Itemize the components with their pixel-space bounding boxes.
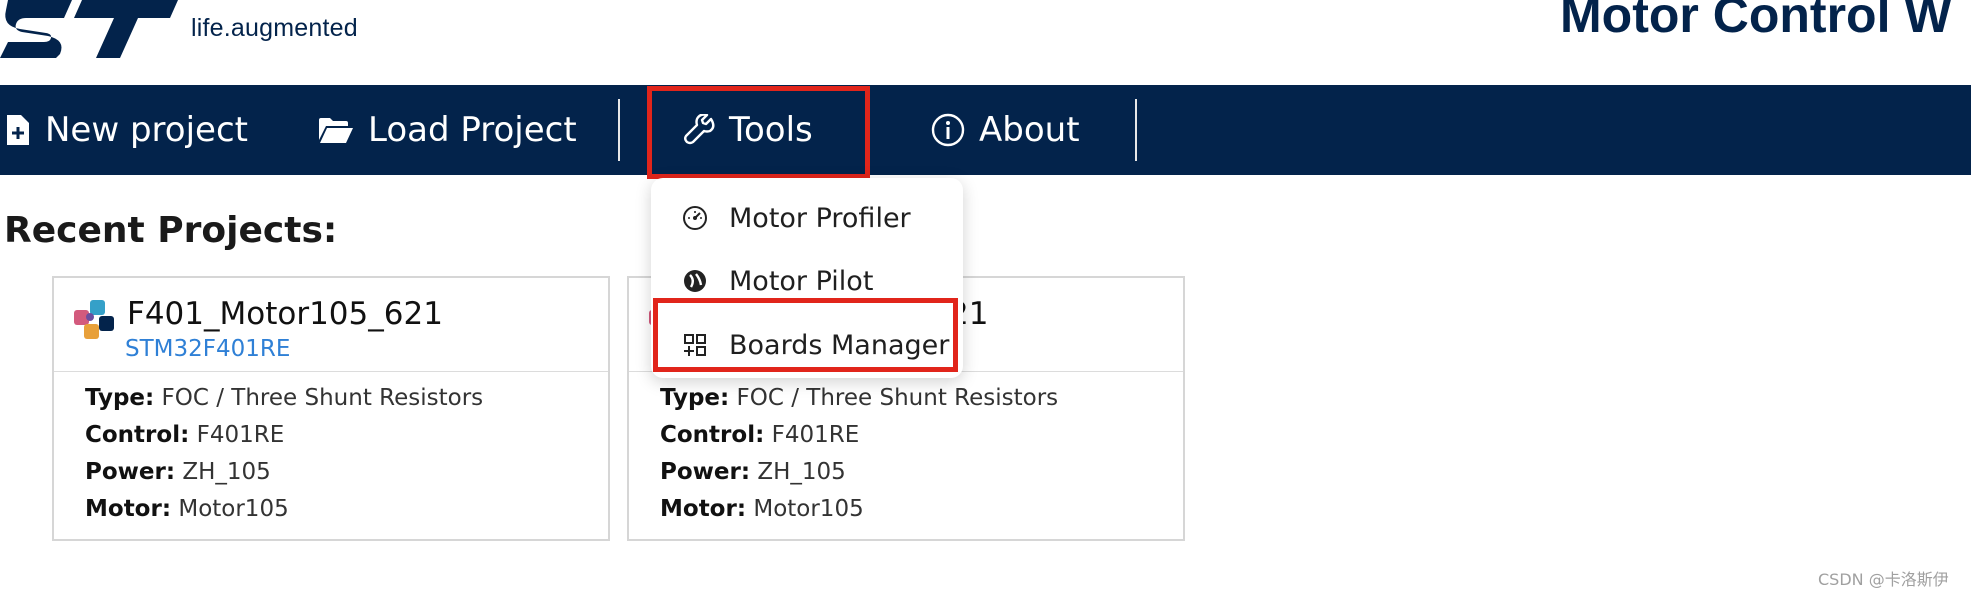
new-project-label: New project	[45, 110, 248, 150]
about-button[interactable]: About	[931, 85, 1080, 175]
pilot-icon	[681, 268, 709, 294]
project-motor-row: Motor: Motor105	[660, 496, 864, 522]
gauge-icon	[681, 205, 709, 231]
project-control-row: Control: F401RE	[85, 422, 285, 448]
st-logo	[0, 0, 178, 58]
new-file-icon	[5, 114, 31, 146]
project-mcu-link[interactable]: STM32F401RE	[125, 336, 290, 362]
new-project-button[interactable]: New project	[5, 85, 248, 175]
tools-highlight-box	[647, 86, 870, 179]
recent-projects-title: Recent Projects:	[4, 210, 338, 251]
project-power-row: Power: ZH_105	[85, 459, 271, 485]
puzzle-icon	[74, 300, 114, 339]
nav-divider	[1135, 99, 1137, 161]
load-project-button[interactable]: Load Project	[318, 85, 577, 175]
nav-divider	[618, 99, 620, 161]
main-navbar: New project Load Project Tools About	[0, 85, 1971, 175]
project-control-row: Control: F401RE	[660, 422, 860, 448]
app-title: Motor Control W	[1560, 0, 1952, 43]
info-icon	[931, 113, 965, 147]
folder-open-icon	[318, 116, 354, 144]
project-type-row: Type: FOC / Three Shunt Resistors	[660, 385, 1059, 411]
menu-item-label: Motor Pilot	[729, 265, 874, 297]
boards-manager-highlight-box	[653, 298, 958, 372]
menu-item-label: Motor Profiler	[729, 202, 911, 234]
load-project-label: Load Project	[368, 110, 577, 150]
project-motor-row: Motor: Motor105	[85, 496, 289, 522]
menu-item-motor-profiler[interactable]: Motor Profiler	[651, 188, 963, 248]
watermark: CSDN @卡洛斯伊	[1818, 570, 1949, 589]
about-label: About	[979, 110, 1080, 150]
project-power-row: Power: ZH_105	[660, 459, 846, 485]
project-card-header: F401_Motor105_621 STM32F401RE	[54, 278, 608, 372]
st-tagline: life.augmented	[191, 14, 358, 42]
project-name[interactable]: F401_Motor105_621	[127, 296, 443, 332]
project-type-row: Type: FOC / Three Shunt Resistors	[85, 385, 484, 411]
project-card[interactable]: F401_Motor105_621 STM32F401RE Type: FOC …	[52, 276, 610, 541]
